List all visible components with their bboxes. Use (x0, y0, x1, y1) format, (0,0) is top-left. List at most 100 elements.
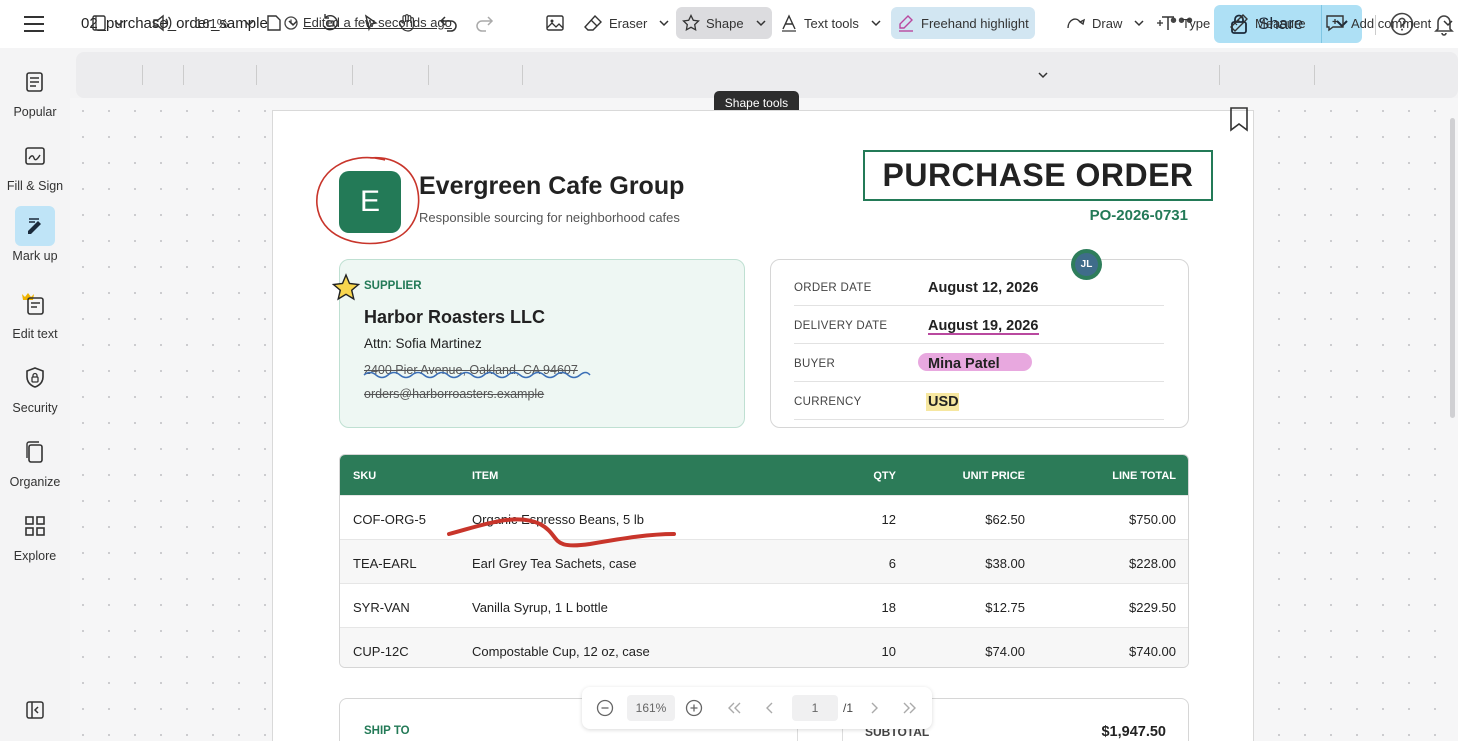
organize-icon (15, 432, 55, 472)
page-options-button[interactable] (266, 0, 298, 46)
draw-tool-button[interactable]: Draw (1066, 0, 1144, 46)
cell-unit-price: $38.00 (985, 556, 1025, 571)
toolbar-divider (428, 65, 429, 85)
zoom-value: 161% (195, 15, 229, 31)
undo-button[interactable] (439, 0, 459, 46)
image-tool-button[interactable] (545, 0, 565, 46)
cell-line-total: $228.00 (1129, 556, 1176, 571)
supplier-attn: Attn: Sofia Martinez (364, 336, 482, 351)
buyer-value: Mina Patel (928, 356, 1000, 372)
table-row: SYR-VAN Vanilla Syrup, 1 L bottle 18 $12… (340, 583, 1188, 627)
sidebar-label-organize: Organize (9, 475, 61, 489)
add-comment-button[interactable]: Add comment (1325, 0, 1453, 46)
toolbar-divider (142, 65, 143, 85)
first-page-button[interactable] (722, 687, 746, 729)
chevron-down-icon (871, 19, 881, 26)
toolbar-divider (352, 65, 353, 85)
cell-unit-price: $12.75 (985, 600, 1025, 615)
bookmark-icon[interactable] (1228, 106, 1250, 132)
delivery-date-underline[interactable] (928, 333, 1039, 335)
page-view-button[interactable] (90, 0, 124, 46)
hamburger-menu-icon[interactable] (22, 13, 46, 35)
highlighter-icon (899, 15, 913, 32)
next-page-button[interactable] (864, 687, 884, 729)
type-icon (1157, 16, 1174, 30)
order-date-label: ORDER DATE (794, 282, 872, 294)
sidebar-item-security[interactable]: Security (0, 358, 70, 415)
text-tools-button[interactable]: Text tools (780, 0, 881, 46)
shape-tool-button[interactable]: Shape (676, 7, 772, 39)
last-page-button[interactable] (898, 687, 922, 729)
cell-sku: SYR-VAN (353, 600, 410, 615)
eraser-tool-button[interactable]: Eraser (583, 0, 669, 46)
table-row: CUP-12C Compostable Cup, 12 oz, case 10 … (340, 627, 1188, 667)
type-label: Type (1182, 15, 1211, 31)
sidebar-label-edit-text: Edit text (12, 327, 58, 341)
sidebar-label-popular: Popular (13, 105, 57, 119)
sidebar-label-explore: Explore (13, 549, 57, 563)
toolbar-divider (256, 65, 257, 85)
cell-item: Vanilla Syrup, 1 L bottle (472, 600, 608, 615)
table-row: COF-ORG-5 Organic Espresso Beans, 5 lb 1… (340, 495, 1188, 539)
sidebar-item-organize[interactable]: Organize (0, 432, 70, 489)
eraser-label: Eraser (609, 15, 648, 31)
delivery-date-value: August 19, 2026 (928, 318, 1039, 334)
sidebar-item-popular[interactable]: Popular (0, 62, 70, 119)
chevron-down-icon[interactable] (1038, 72, 1048, 79)
zoom-out-button[interactable] (594, 687, 616, 729)
previous-page-button[interactable] (760, 687, 780, 729)
hand-icon (398, 14, 414, 32)
sidebar-item-explore[interactable]: Explore (0, 506, 70, 563)
add-comment-label: Add comment (1351, 15, 1432, 31)
cell-sku: TEA-EARL (353, 556, 417, 571)
pager-zoom-value[interactable]: 161% (627, 695, 675, 721)
order-date-row: ORDER DATE August 12, 2026 (794, 268, 1164, 306)
cell-sku: CUP-12C (353, 644, 409, 659)
supplier-name: Harbor Roasters LLC (364, 307, 546, 327)
cell-qty: 18 (881, 600, 896, 615)
rotate-icon (323, 14, 338, 31)
read-aloud-button[interactable] (152, 0, 172, 46)
measure-tool-button[interactable]: Measure (1229, 0, 1306, 46)
table-header: SKU ITEM QTY UNIT PRICE LINE TOTAL (340, 455, 1188, 495)
select-tool-button[interactable] (362, 0, 380, 46)
delivery-date-label: DELIVERY DATE (794, 320, 888, 332)
sidebar-item-markup[interactable]: Mark up (0, 206, 70, 263)
rotate-button[interactable] (320, 0, 340, 46)
sidebar-item-fill-sign[interactable]: Fill & Sign (0, 136, 70, 193)
comment-avatar-initials: JL (1075, 253, 1098, 276)
freehand-label: Freehand highlight (921, 15, 1029, 31)
cell-unit-price: $74.00 (985, 644, 1025, 659)
sidebar-item-edit-text[interactable]: Edit text (0, 284, 70, 341)
header-line-total: LINE TOTAL (1112, 470, 1176, 482)
last-page-icon (903, 702, 916, 714)
page-number-input[interactable]: 1 (792, 695, 838, 721)
markup-icon (15, 206, 55, 246)
sidebar-label-markup: Mark up (12, 249, 58, 263)
cell-item: Compostable Cup, 12 oz, case (472, 644, 650, 659)
eraser-icon (584, 14, 602, 31)
zoom-dropdown[interactable]: 161% (195, 0, 254, 46)
popular-icon (15, 62, 55, 102)
chevron-right-icon (871, 702, 878, 714)
redo-button[interactable] (474, 0, 494, 46)
comment-avatar[interactable]: JL (1071, 249, 1102, 280)
buyer-row: BUYER Mina Patel (794, 344, 1164, 382)
chevron-down-icon (1443, 19, 1453, 26)
draw-icon (1067, 18, 1086, 29)
cell-line-total: $229.50 (1129, 600, 1176, 615)
hand-tool-button[interactable] (397, 0, 417, 46)
type-tool-button[interactable]: Type (1156, 0, 1210, 46)
zoom-in-button[interactable] (682, 687, 706, 729)
company-tagline: Responsible sourcing for neighborhood ca… (419, 210, 680, 225)
collapse-sidebar-icon[interactable] (25, 700, 45, 720)
vertical-scrollbar[interactable] (1450, 118, 1455, 418)
measure-label: Measure (1255, 15, 1306, 31)
buyer-label: BUYER (794, 358, 836, 370)
header-sku: SKU (353, 470, 377, 482)
edit-text-icon (15, 284, 55, 324)
freehand-highlight-button[interactable]: Freehand highlight (891, 7, 1035, 39)
sidebar-label-security: Security (12, 401, 58, 415)
first-page-icon (728, 702, 741, 714)
po-number: PO-2026-0731 (1089, 207, 1188, 224)
